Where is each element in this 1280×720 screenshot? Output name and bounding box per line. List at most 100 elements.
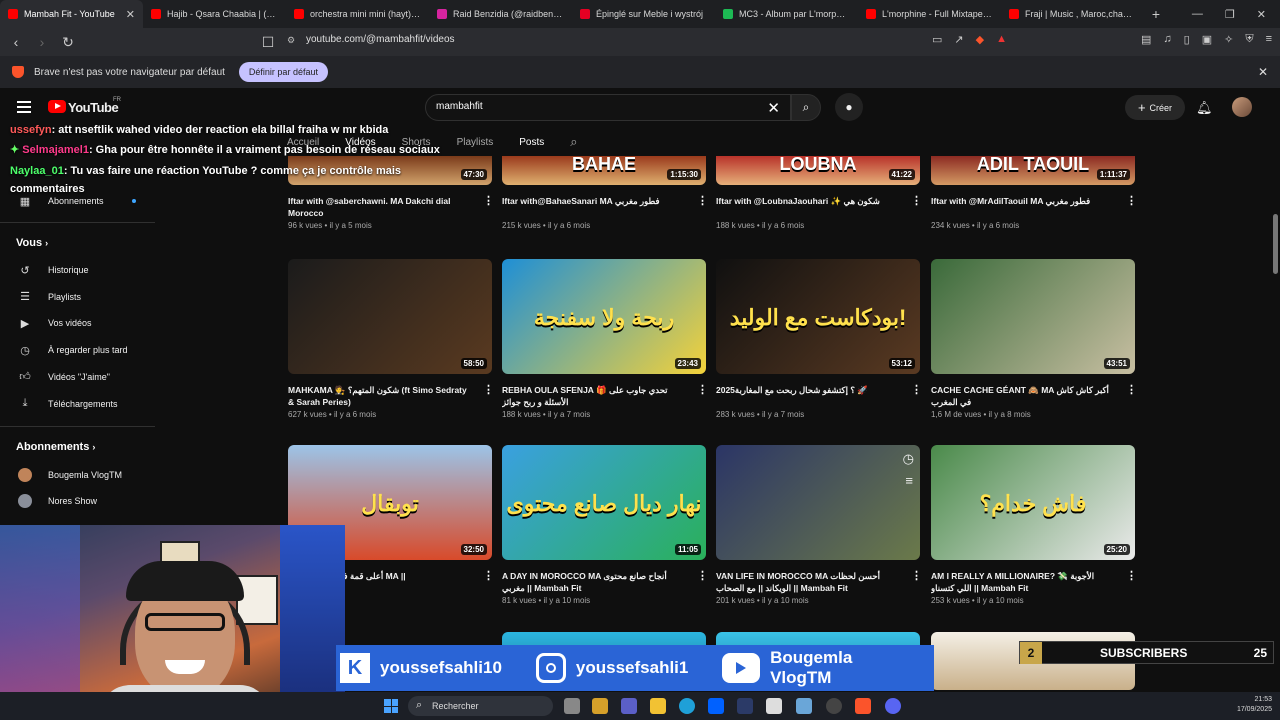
sidebar-subscription-bougemla[interactable]: Bougemla VlogTM <box>0 464 155 486</box>
app-b-icon[interactable] <box>737 698 753 714</box>
vous-heading[interactable]: Vous › <box>16 237 48 249</box>
dropbox-icon[interactable] <box>708 698 724 714</box>
more-options-icon[interactable]: ⋮ <box>1126 194 1137 207</box>
browser-tab[interactable]: orchestra mini mini (hayt) - You <box>286 0 429 28</box>
video-title[interactable]: Iftar with @saberchawni. MA Dakchi dial … <box>288 195 468 219</box>
wallet-icon[interactable]: ▣ <box>1202 33 1212 46</box>
rewards-icon[interactable]: ▲ <box>996 33 1007 46</box>
browser-tab[interactable]: Mambah Fit - YouTube ✕ <box>0 0 143 28</box>
reload-icon[interactable]: ↻ <box>58 34 78 51</box>
video-thumbnail[interactable]: بودكاست مع الوليد! 53:12 <box>716 259 920 374</box>
video-title[interactable]: REBHA OULA SFENJA 🎁 تحدي جاوب على الأسئل… <box>502 384 682 408</box>
add-to-queue-icon[interactable]: ≡ <box>905 473 913 488</box>
close-window-icon[interactable]: ✕ <box>1257 8 1266 21</box>
sidebar-item-download[interactable]: ⤓ Téléchargements <box>0 393 155 415</box>
create-button[interactable]: + Créer <box>1125 95 1185 120</box>
browser-tab[interactable]: L'morphine - Full Mixtape MC <box>858 0 1001 28</box>
more-options-icon[interactable]: ⋮ <box>483 383 494 396</box>
sidebar-subscription-nores[interactable]: Nores Show <box>0 490 155 512</box>
more-options-icon[interactable]: ⋮ <box>483 569 494 582</box>
app-icon[interactable] <box>796 698 812 714</box>
close-icon[interactable]: ✕ <box>1258 65 1268 79</box>
store-icon[interactable] <box>766 698 782 714</box>
abonnements-heading[interactable]: Abonnements › <box>16 441 95 453</box>
tab-posts[interactable]: Posts <box>519 137 544 148</box>
maximize-icon[interactable]: ❐ <box>1225 8 1235 21</box>
video-thumbnail[interactable]: BAHAE 1:15:30 <box>502 156 706 185</box>
more-options-icon[interactable]: ⋮ <box>697 569 708 582</box>
discord-icon[interactable] <box>885 698 901 714</box>
video-thumbnail[interactable]: ربحة ولا سفنجة 23:43 <box>502 259 706 374</box>
bookmark-icon[interactable]: ☐ <box>258 34 278 51</box>
video-thumbnail[interactable]: 43:51 <box>931 259 1135 374</box>
video-title[interactable]: AM I REALLY A MILLIONAIRE? 💸 الأجوبة الل… <box>931 570 1111 594</box>
cast-icon[interactable]: ▭ <box>932 33 942 46</box>
sidebar-toggle-icon[interactable]: ▤ <box>1141 33 1151 46</box>
video-thumbnail[interactable]: فاش خدام؟ 25:20 <box>931 445 1135 560</box>
video-title[interactable]: Iftar with @LoubnaJaouhari ✨ شكون هي <box>716 195 896 207</box>
obs-icon[interactable] <box>826 698 842 714</box>
watch-later-icon[interactable]: ◷ <box>903 451 914 467</box>
video-title[interactable]: MAHKAMA 🧑‍⚖️ شكون المتهم؟ (ft Simo Sedra… <box>288 384 468 408</box>
edge-icon[interactable] <box>679 698 695 714</box>
taskbar-clock[interactable]: 21:53 17/09/2025 <box>1237 695 1272 715</box>
browser-tab[interactable]: Raid Benzidia (@raidbenzidia) <box>429 0 572 28</box>
youtube-logo-icon[interactable] <box>48 100 66 113</box>
more-options-icon[interactable]: ⋮ <box>911 194 922 207</box>
notifications-bell-icon[interactable]: 🔔︎ <box>1196 100 1213 116</box>
video-thumbnail[interactable]: ◷ ≡ <box>716 445 920 560</box>
site-info-icon[interactable]: ⚙ <box>287 35 295 46</box>
url-field[interactable]: youtube.com/@mambahfit/videos <box>306 34 455 45</box>
video-title[interactable]: CACHE CACHE GÉANT 🙈 MA أكبر كاش كاش في ا… <box>931 384 1111 408</box>
video-title[interactable]: Iftar with@BahaeSanari MA فطور مغربي <box>502 195 682 207</box>
set-default-button[interactable]: Définir par défaut <box>238 62 328 82</box>
back-icon[interactable]: ‹ <box>6 34 26 50</box>
search-box[interactable]: ✕ <box>425 94 791 121</box>
video-thumbnail[interactable]: نهار ديال صانع محتوى 11:05 <box>502 445 706 560</box>
sidebar-item-thumbs-up[interactable]: 👍︎ Vidéos "J'aime" <box>0 366 155 388</box>
app-icon[interactable] <box>592 698 608 714</box>
more-options-icon[interactable]: ⋮ <box>697 383 708 396</box>
sidebar-item-history[interactable]: ↺ Historique <box>0 259 155 281</box>
account-avatar[interactable] <box>1232 97 1252 117</box>
browser-tab[interactable]: Hajib - Qsara Chaabia | (حصري) <box>143 0 286 28</box>
minimize-icon[interactable]: — <box>1192 8 1203 20</box>
share-icon[interactable]: ↗ <box>954 33 963 46</box>
menu-icon[interactable]: ≡ <box>1266 33 1272 46</box>
sidebar-item-playlist[interactable]: ☰ Playlists <box>0 286 155 308</box>
video-title[interactable]: 2025؟ إكتشفو شحال ربحت مع المغاربة 🚀 <box>716 384 896 396</box>
more-options-icon[interactable]: ⋮ <box>483 194 494 207</box>
clear-search-icon[interactable]: ✕ <box>767 99 780 117</box>
leo-icon[interactable]: ✧ <box>1224 33 1233 46</box>
more-options-icon[interactable]: ⋮ <box>911 569 922 582</box>
task-view-icon[interactable] <box>564 698 580 714</box>
more-options-icon[interactable]: ⋮ <box>911 383 922 396</box>
video-title[interactable]: A DAY IN MOROCCO MA أنجاح صانع محتوى مغر… <box>502 570 682 594</box>
video-thumbnail[interactable]: LOUBNA 41:22 <box>716 156 920 185</box>
brave-icon[interactable] <box>855 698 871 714</box>
channel-search-icon[interactable]: ⌕ <box>570 134 577 150</box>
more-options-icon[interactable]: ⋮ <box>1126 383 1137 396</box>
video-title[interactable]: VAN LIFE IN MOROCCO MA أحسن لحظات الويكا… <box>716 570 896 594</box>
new-tab-icon[interactable]: + <box>1144 6 1168 22</box>
youtube-wordmark[interactable]: YouTube <box>68 100 119 115</box>
file-explorer-icon[interactable] <box>650 698 666 714</box>
more-options-icon[interactable]: ⋮ <box>1126 569 1137 582</box>
video-thumbnail[interactable]: 58:50 <box>288 259 492 374</box>
video-thumbnail[interactable]: ADIL TAOUIL 1:11:37 <box>931 156 1135 185</box>
media-icon[interactable]: ♫ <box>1163 33 1171 46</box>
browser-tab[interactable]: MC3 - Album par L'morphine | <box>715 0 858 28</box>
sidebar-item-video[interactable]: ▶ Vos vidéos <box>0 312 155 334</box>
reading-icon[interactable]: ▯ <box>1184 33 1190 46</box>
vpn-icon[interactable]: ⛨ <box>1245 33 1253 46</box>
taskbar-search[interactable]: Rechercher <box>408 696 553 716</box>
sidebar-item-clock[interactable]: ◷ À regarder plus tard <box>0 339 155 361</box>
more-options-icon[interactable]: ⋮ <box>697 194 708 207</box>
browser-tab[interactable]: Fraji | Music , Maroc,chaabi,m <box>1001 0 1144 28</box>
brave-shield-icon[interactable]: ◆ <box>976 33 984 46</box>
search-button[interactable]: ⌕ <box>791 94 821 121</box>
teams-icon[interactable] <box>621 698 637 714</box>
hamburger-menu-icon[interactable] <box>17 101 31 113</box>
scrollbar[interactable] <box>1273 214 1278 274</box>
start-button[interactable] <box>384 699 398 713</box>
